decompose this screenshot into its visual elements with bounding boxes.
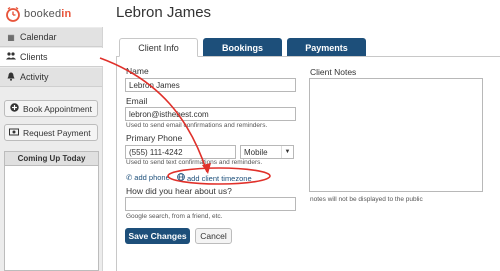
add-client-timezone-link[interactable]: add client timezone xyxy=(177,173,252,183)
email-help-text: Used to send email confirmations and rem… xyxy=(126,122,268,129)
page-title: Lebron James xyxy=(116,4,212,21)
sidebar-item-label: Calendar xyxy=(20,32,57,42)
sidebar-item-activity[interactable]: Activity xyxy=(0,68,102,87)
tab-bookings[interactable]: Bookings xyxy=(203,38,282,57)
chevron-down-icon: ▼ xyxy=(281,146,293,158)
email-field[interactable]: lebron@isthebest.com xyxy=(125,107,296,121)
sidebar-item-label: Clients xyxy=(20,52,48,62)
primary-phone-label: Primary Phone xyxy=(126,133,183,143)
book-appointment-button[interactable]: Book Appointment xyxy=(4,100,98,117)
globe-icon xyxy=(177,173,185,183)
referral-field[interactable] xyxy=(125,197,296,211)
bookedin-logo[interactable]: bookedin xyxy=(5,3,105,25)
name-field[interactable]: Lebron James xyxy=(125,78,296,92)
cancel-button[interactable]: Cancel xyxy=(195,228,232,244)
phone-help-text: Used to send text confirmations and remi… xyxy=(126,159,263,166)
sidebar-item-calendar[interactable]: ▦ Calendar xyxy=(0,28,102,47)
logo-text: bookedin xyxy=(24,8,72,20)
button-label: Request Payment xyxy=(23,127,91,138)
sidebar-item-label: Activity xyxy=(20,72,49,82)
sidebar: ▦ Calendar Clients Activity Book Appoint… xyxy=(0,27,103,271)
plus-icon xyxy=(9,103,19,114)
client-notes-label: Client Notes xyxy=(310,67,357,77)
save-changes-button[interactable]: Save Changes xyxy=(125,228,190,244)
phone-field[interactable]: (555) 111-4242 xyxy=(125,145,236,159)
client-notes-textarea[interactable] xyxy=(309,78,483,192)
request-payment-button[interactable]: Request Payment xyxy=(4,124,98,141)
tab-payments[interactable]: Payments xyxy=(287,38,366,57)
tab-client-info[interactable]: Client Info xyxy=(119,38,198,57)
add-phone-label: add phone xyxy=(134,173,170,182)
add-timezone-label: add client timezone xyxy=(187,173,252,183)
name-label: Name xyxy=(126,66,149,76)
phone-type-select[interactable]: Mobile ▼ xyxy=(240,145,294,159)
coming-up-today-panel: Coming Up Today xyxy=(4,151,99,271)
phone-icon: ✆ xyxy=(126,173,133,182)
email-label: Email xyxy=(126,96,148,106)
money-icon xyxy=(9,128,19,138)
coming-up-title: Coming Up Today xyxy=(5,152,98,166)
client-notes-help-text: notes will not be displayed to the publi… xyxy=(310,196,423,203)
referral-help-text: Google search, from a friend, etc. xyxy=(126,213,223,220)
phone-type-value: Mobile xyxy=(244,147,268,157)
calendar-icon: ▦ xyxy=(7,32,15,42)
sidebar-item-clients[interactable]: Clients xyxy=(0,48,103,67)
add-phone-link[interactable]: ✆ add phone xyxy=(126,173,170,182)
button-label: Book Appointment xyxy=(23,103,92,114)
bell-icon xyxy=(6,72,16,83)
clock-logo-icon xyxy=(5,6,21,22)
users-icon xyxy=(6,52,16,62)
referral-label: How did you hear about us? xyxy=(126,186,232,196)
